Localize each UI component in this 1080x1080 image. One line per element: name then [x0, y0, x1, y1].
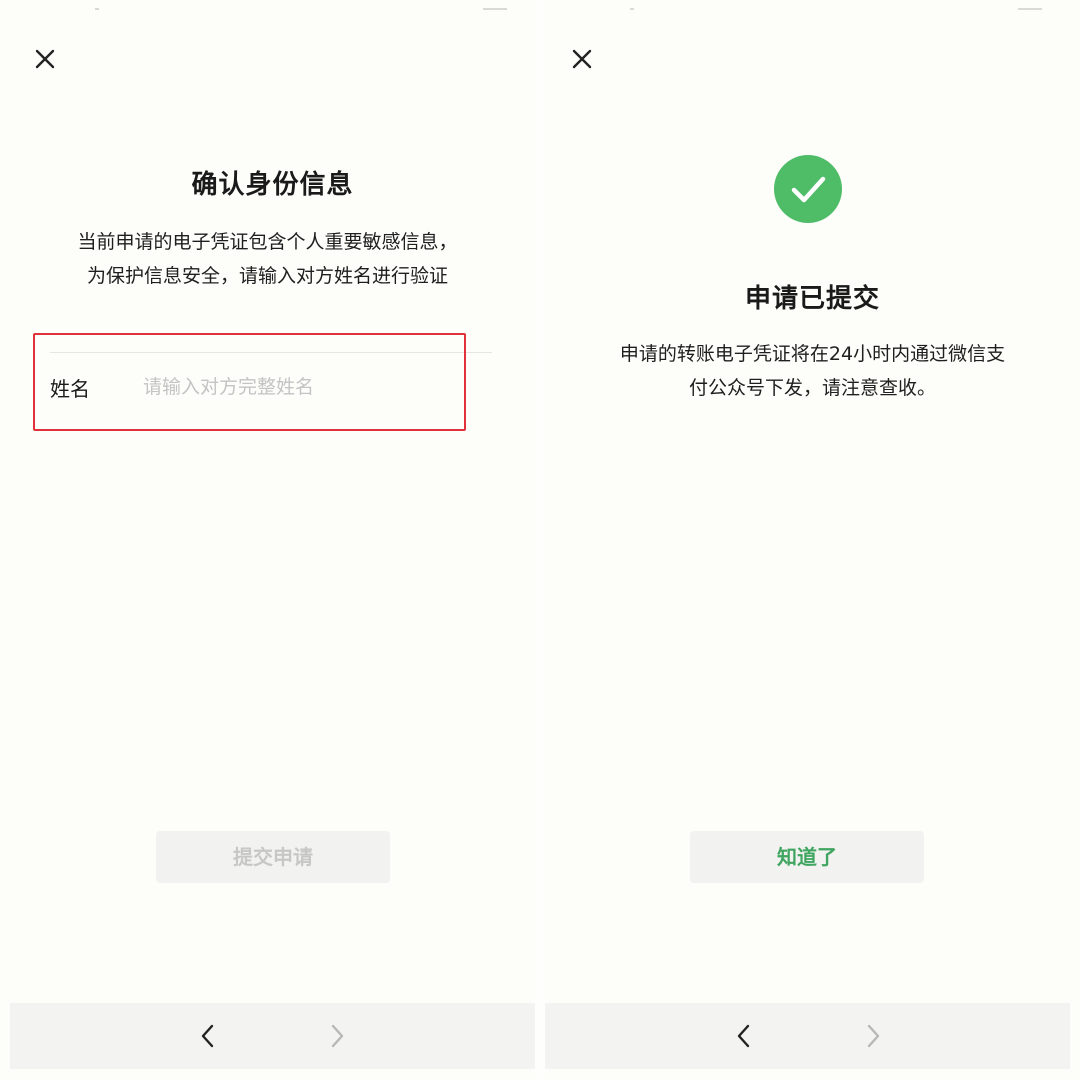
status-bar-mark [95, 8, 99, 10]
submit-application-button[interactable]: 提交申请 [156, 831, 390, 883]
back-button[interactable] [731, 1022, 759, 1050]
close-button[interactable] [565, 42, 599, 76]
forward-button[interactable] [858, 1022, 886, 1050]
page-title: 确认身份信息 [191, 170, 354, 200]
success-status [774, 155, 842, 223]
close-icon [572, 49, 592, 69]
description-line: 付公众号下发，请注意查收。 [688, 377, 936, 399]
forward-button[interactable] [322, 1022, 350, 1050]
application-submitted-screen: 申请已提交 申请的转账电子凭证将在24小时内通过微信支 付公众号下发，请注意查收… [545, 0, 1080, 1080]
close-icon [35, 49, 55, 69]
chevron-left-icon [737, 1024, 750, 1048]
description-line: 当前申请的电子凭证包含个人重要敏感信息， [77, 231, 458, 253]
status-bar-mark [1018, 8, 1042, 10]
bottom-nav-bar [10, 1003, 535, 1069]
close-button[interactable] [28, 42, 62, 76]
status-bar-mark [483, 8, 507, 10]
bottom-nav-bar [545, 1003, 1070, 1069]
highlight-box [33, 333, 466, 431]
chevron-left-icon [201, 1024, 214, 1048]
description-line: 为保护信息安全，请输入对方姓名进行验证 [86, 265, 448, 287]
description-line: 申请的转账电子凭证将在24小时内通过微信支 [619, 343, 1006, 365]
check-circle-icon [791, 176, 826, 203]
got-it-button[interactable]: 知道了 [690, 831, 924, 883]
status-bar-mark [630, 8, 634, 10]
back-button[interactable] [195, 1022, 223, 1050]
page-description: 申请的转账电子凭证将在24小时内通过微信支 付公众号下发，请注意查收。 [545, 337, 1080, 405]
page-description: 当前申请的电子凭证包含个人重要敏感信息， 为保护信息安全，请输入对方姓名进行验证 [0, 225, 535, 293]
chevron-right-icon [867, 1024, 880, 1048]
chevron-right-icon [331, 1024, 344, 1048]
page-title: 申请已提交 [744, 284, 880, 314]
verify-identity-screen: 确认身份信息 当前申请的电子凭证包含个人重要敏感信息， 为保护信息安全，请输入对… [0, 0, 535, 1080]
